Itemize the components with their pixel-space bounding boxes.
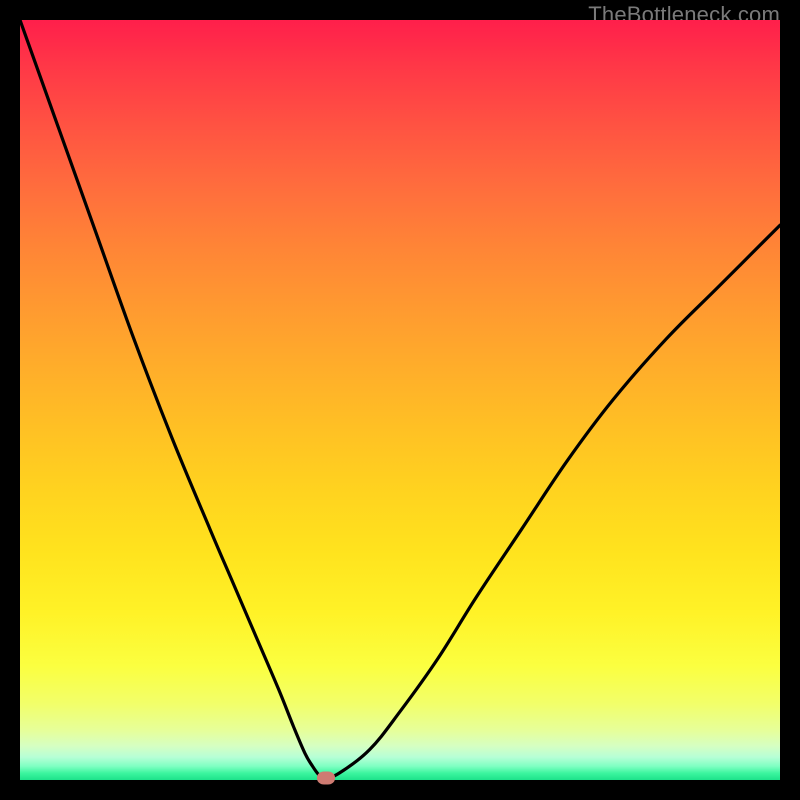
plot-area bbox=[20, 20, 780, 780]
minimum-marker bbox=[317, 771, 335, 784]
curve-svg bbox=[20, 20, 780, 780]
chart-frame: TheBottleneck.com bbox=[0, 0, 800, 800]
bottleneck-curve bbox=[20, 20, 780, 779]
